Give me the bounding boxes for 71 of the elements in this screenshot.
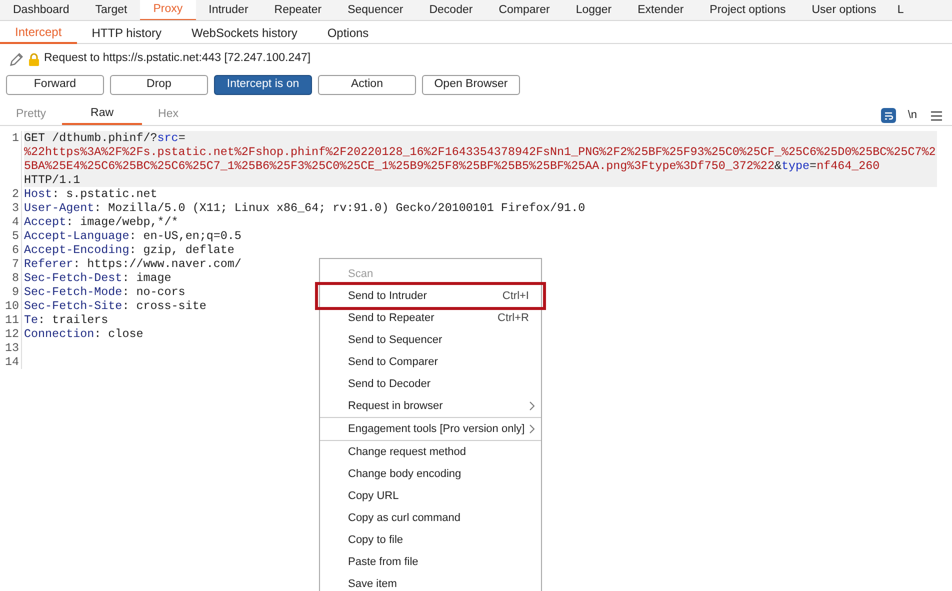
toolbar-button[interactable]: Open Browser — [422, 75, 520, 95]
line-number: 2 — [10, 187, 20, 201]
menu-icon[interactable] — [931, 111, 942, 121]
toolbar-button[interactable]: Intercept is on — [214, 75, 312, 95]
menu-item[interactable]: Send to Repeater Ctrl+R — [320, 307, 541, 329]
toolbar-button[interactable]: Drop — [110, 75, 208, 95]
code-line: Referer: https://www.naver.com/ — [24, 257, 242, 271]
line-number: 10 — [4, 299, 20, 313]
main-tab[interactable]: Dashboard — [0, 0, 82, 20]
line-number: 9 — [10, 285, 20, 299]
line-number: 5 — [10, 229, 20, 243]
wrap-icon[interactable] — [880, 108, 896, 123]
toolbar-button[interactable]: Forward — [6, 75, 104, 95]
code-line: Accept: image/webp,*/* — [24, 215, 178, 229]
menu-item[interactable]: Copy as curl command — [320, 507, 541, 529]
main-tab[interactable]: Decoder — [416, 0, 486, 20]
main-tab[interactable]: Logger — [562, 0, 625, 20]
code-line: Connection: close — [24, 327, 144, 341]
main-tab[interactable]: Extender — [624, 0, 697, 20]
menu-item[interactable]: Change request method — [320, 441, 541, 463]
line-number: 8 — [10, 271, 20, 285]
main-tab[interactable]: L — [889, 0, 904, 20]
main-tab[interactable]: Target — [82, 0, 140, 20]
code-line: Sec-Fetch-Dest: image — [24, 271, 172, 285]
pencil-icon[interactable] — [9, 52, 24, 66]
code-line: Sec-Fetch-Mode: no-cors — [24, 285, 186, 299]
menu-item[interactable]: Send to Decoder — [320, 373, 541, 395]
menu-item[interactable]: Send to Sequencer — [320, 329, 541, 351]
sub-tab[interactable]: HTTP history — [76, 21, 176, 44]
code-line: GET /dthumb.phinf/?src= %22https%3A%2F%2Fs.pstatic.net%2Fshop.phinf%2F20220128_16%2F1643354378942FsNn1_PNG%2F2%25BF%25F93%25C0%25CF_%25C6%25D0%25BC%25C7%25BA%25E4%25C6%25BC%25C6%25C7_1%25B6%25F3%25C0%25CE_1%25B9%25F8%25BF%25B5%25BF%25AA.png%3Ftype%3Df750_372%22&type=nf464_260 HTTP/1.1 — [24, 131, 936, 187]
main-tab[interactable]: Project options — [696, 0, 799, 20]
sub-tab[interactable]: Options — [312, 21, 384, 44]
menu-item[interactable]: Request in browser — [320, 395, 541, 417]
code-line: Host: s.pstatic.net — [24, 187, 158, 201]
main-tab[interactable]: Intruder — [196, 0, 262, 20]
chevron-right-icon — [529, 424, 535, 434]
editor-tab[interactable]: Hex — [142, 105, 194, 125]
menu-item[interactable]: Copy URL — [320, 485, 541, 507]
menu-item[interactable]: Send to Intruder Ctrl+I — [318, 285, 543, 307]
request-info: Request to https://s.pstatic.net:443 [72.247.100.247] — [44, 51, 311, 66]
toolbar-button[interactable]: Action — [318, 75, 416, 95]
menu-item[interactable]: Send to Comparer — [320, 351, 541, 373]
code-line: Accept-Language: en-US,en;q=0.5 — [24, 229, 242, 243]
line-number: 4 — [10, 215, 20, 229]
menu-item[interactable]: Engagement tools [Pro version only] — [320, 418, 541, 440]
editor-tab[interactable]: Pretty — [0, 105, 62, 125]
lock-icon — [28, 52, 40, 66]
line-number: 13 — [4, 341, 20, 355]
line-number: 14 — [4, 355, 20, 369]
menu-item[interactable]: Copy to file — [320, 529, 541, 551]
line-number: 6 — [10, 243, 20, 257]
main-tab[interactable]: User options — [798, 0, 890, 20]
line-number: 12 — [4, 327, 20, 341]
menu-item[interactable]: Paste from file — [320, 551, 541, 573]
main-tab[interactable]: Sequencer — [334, 0, 416, 20]
code-line: Accept-Encoding: gzip, deflate — [24, 243, 234, 257]
code-line: Te: trailers — [24, 313, 108, 327]
code-line: Sec-Fetch-Site: cross-site — [24, 299, 206, 313]
chevron-right-icon — [529, 401, 535, 411]
menu-item[interactable]: Change body encoding — [320, 463, 541, 485]
line-number: 7 — [10, 257, 20, 271]
newline-toggle[interactable]: \n — [908, 106, 917, 123]
line-number: 11 — [4, 313, 20, 327]
code-line: User-Agent: Mozilla/5.0 (X11; Linux x86_64; rv:91.0) Gecko/20100101 Firefox/91.0 — [24, 201, 586, 215]
main-tab[interactable]: Repeater — [261, 0, 335, 20]
menu-item[interactable]: Save item — [320, 573, 541, 591]
sub-tab[interactable]: WebSockets history — [176, 21, 312, 44]
line-number: 3 — [10, 201, 20, 215]
line-number: 1 — [10, 131, 20, 145]
main-tab[interactable]: Comparer — [486, 0, 563, 20]
editor-tab[interactable]: Raw — [62, 105, 142, 125]
